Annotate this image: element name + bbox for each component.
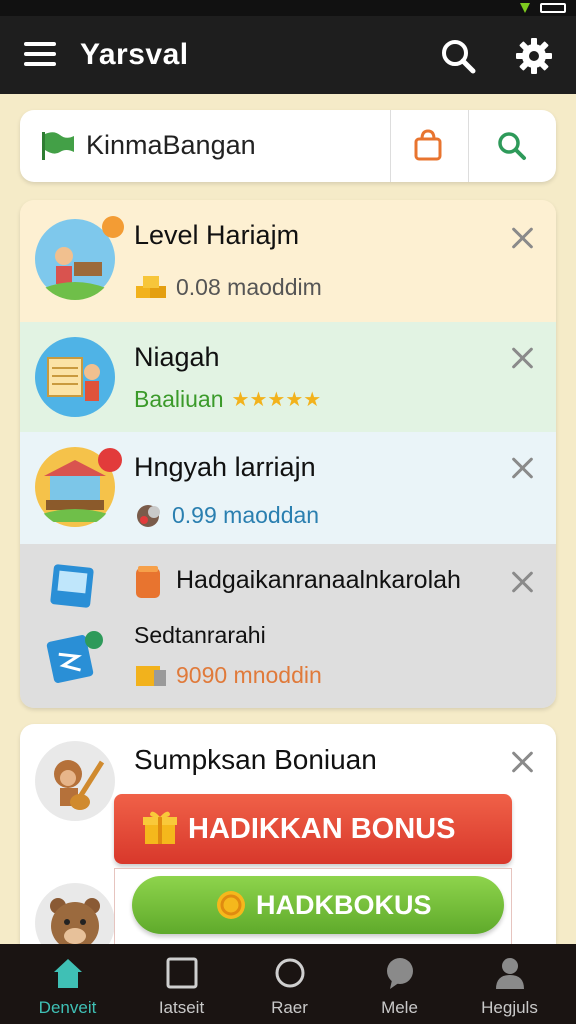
list-item[interactable]: Hadgaikanranaalnkarolah Sedtanrarahi 909… <box>20 544 556 708</box>
app-title: Yarsval <box>80 38 189 71</box>
nav-item-messages[interactable]: Mele <box>342 944 457 1024</box>
status-bar <box>0 0 576 16</box>
gold-bars-icon <box>136 276 166 298</box>
nav-item-profile[interactable]: Hegjuls <box>452 944 567 1024</box>
badge-icon <box>98 448 122 472</box>
circle-icon <box>275 958 305 988</box>
row-price: 0.08 maoddim <box>176 273 322 300</box>
row-subtitle: 0.08 maoddim <box>134 272 322 302</box>
person-icon <box>496 958 524 989</box>
nav-label: Hegjuls <box>481 998 538 1017</box>
notebook-avatar-icon <box>35 337 115 417</box>
claim-bonus-button[interactable]: HADIKKAN BONUS <box>114 794 512 864</box>
claim-bonus-label: HADIKKAN BONUS <box>188 812 456 845</box>
status-icons <box>520 0 566 16</box>
list-item[interactable]: Level Hariajm 0.08 maoddim <box>20 200 556 322</box>
home-icon <box>54 959 82 988</box>
row-subtitle: Baaliuan ★★★★★ <box>134 386 321 413</box>
app-bar: Yarsval <box>0 16 576 94</box>
bonus-title: Sumpksan Boniuan <box>134 744 377 775</box>
row-category: Baaliuan <box>134 386 224 412</box>
badge-icon <box>102 216 124 238</box>
secondary-bonus-button[interactable]: HADKBOKUS <box>132 876 504 934</box>
gift-icon <box>143 811 177 844</box>
tablet-icon <box>50 564 94 608</box>
close-icon[interactable] <box>508 568 536 596</box>
row-subtitle: 9090 mnoddin <box>134 660 322 690</box>
row-secondary-title: Sedtanrarahi <box>134 622 266 648</box>
chat-icon <box>387 958 413 989</box>
secondary-bonus-label: HADKBOKUS <box>256 889 432 920</box>
row-title: Hngyah larriajn <box>134 452 316 482</box>
bonus-card: Sumpksan Boniuan HADIKKAN BONUS HADKBOKU… <box>20 724 556 964</box>
rating-stars: ★★★★★ <box>231 389 322 411</box>
nav-label: Mele <box>381 998 418 1017</box>
gear-icon[interactable] <box>514 36 554 76</box>
jar-icon <box>136 566 160 598</box>
close-icon[interactable] <box>508 454 536 482</box>
row-title: Niagah <box>134 342 220 372</box>
row-title: Level Hariajm <box>134 220 300 250</box>
square-icon <box>166 957 198 989</box>
coin-icon <box>217 891 245 919</box>
shopping-bag-icon[interactable] <box>408 126 448 166</box>
nav-item-home[interactable]: Denveit <box>10 944 125 1024</box>
row-price: 9090 mnoddin <box>176 661 322 688</box>
list-item[interactable]: Hngyah larriajn 0.99 maoddan <box>20 432 556 544</box>
nav-item-list[interactable]: Iatseit <box>124 944 239 1024</box>
search-bar: KinmaBangan <box>20 110 556 182</box>
gold-crate-icon <box>136 666 166 686</box>
row-subtitle: 0.99 maoddan <box>134 500 319 530</box>
list-item[interactable]: Niagah Baaliuan ★★★★★ <box>20 322 556 432</box>
close-icon[interactable] <box>508 748 536 776</box>
menu-icon[interactable] <box>24 42 56 68</box>
battery-icon <box>540 3 566 13</box>
nav-item-explore[interactable]: Raer <box>232 944 347 1024</box>
row-title: Hadgaikanranaalnkarolah <box>176 566 461 594</box>
monkey-guitar-avatar-icon <box>35 741 115 821</box>
flag-icon <box>42 132 74 160</box>
divider <box>390 110 391 182</box>
close-icon[interactable] <box>508 344 536 372</box>
search-icon[interactable] <box>492 126 532 166</box>
nav-label: Iatseit <box>158 998 205 1017</box>
coin-bag-icon <box>137 505 160 527</box>
bottom-navigation: Denveit Iatseit Raer Mele Hegjuls <box>0 944 576 1024</box>
document-icon <box>46 631 103 683</box>
task-list: Level Hariajm 0.08 maoddim Niagah Baaliu… <box>20 200 556 708</box>
nav-label: Denveit <box>38 998 97 1017</box>
search-icon[interactable] <box>438 36 478 76</box>
row-price: 0.99 maoddan <box>172 501 320 528</box>
nav-label: Raer <box>271 998 308 1017</box>
search-input[interactable]: KinmaBangan <box>86 130 256 161</box>
close-icon[interactable] <box>508 224 536 252</box>
divider <box>468 110 469 182</box>
signal-icon <box>520 3 530 13</box>
